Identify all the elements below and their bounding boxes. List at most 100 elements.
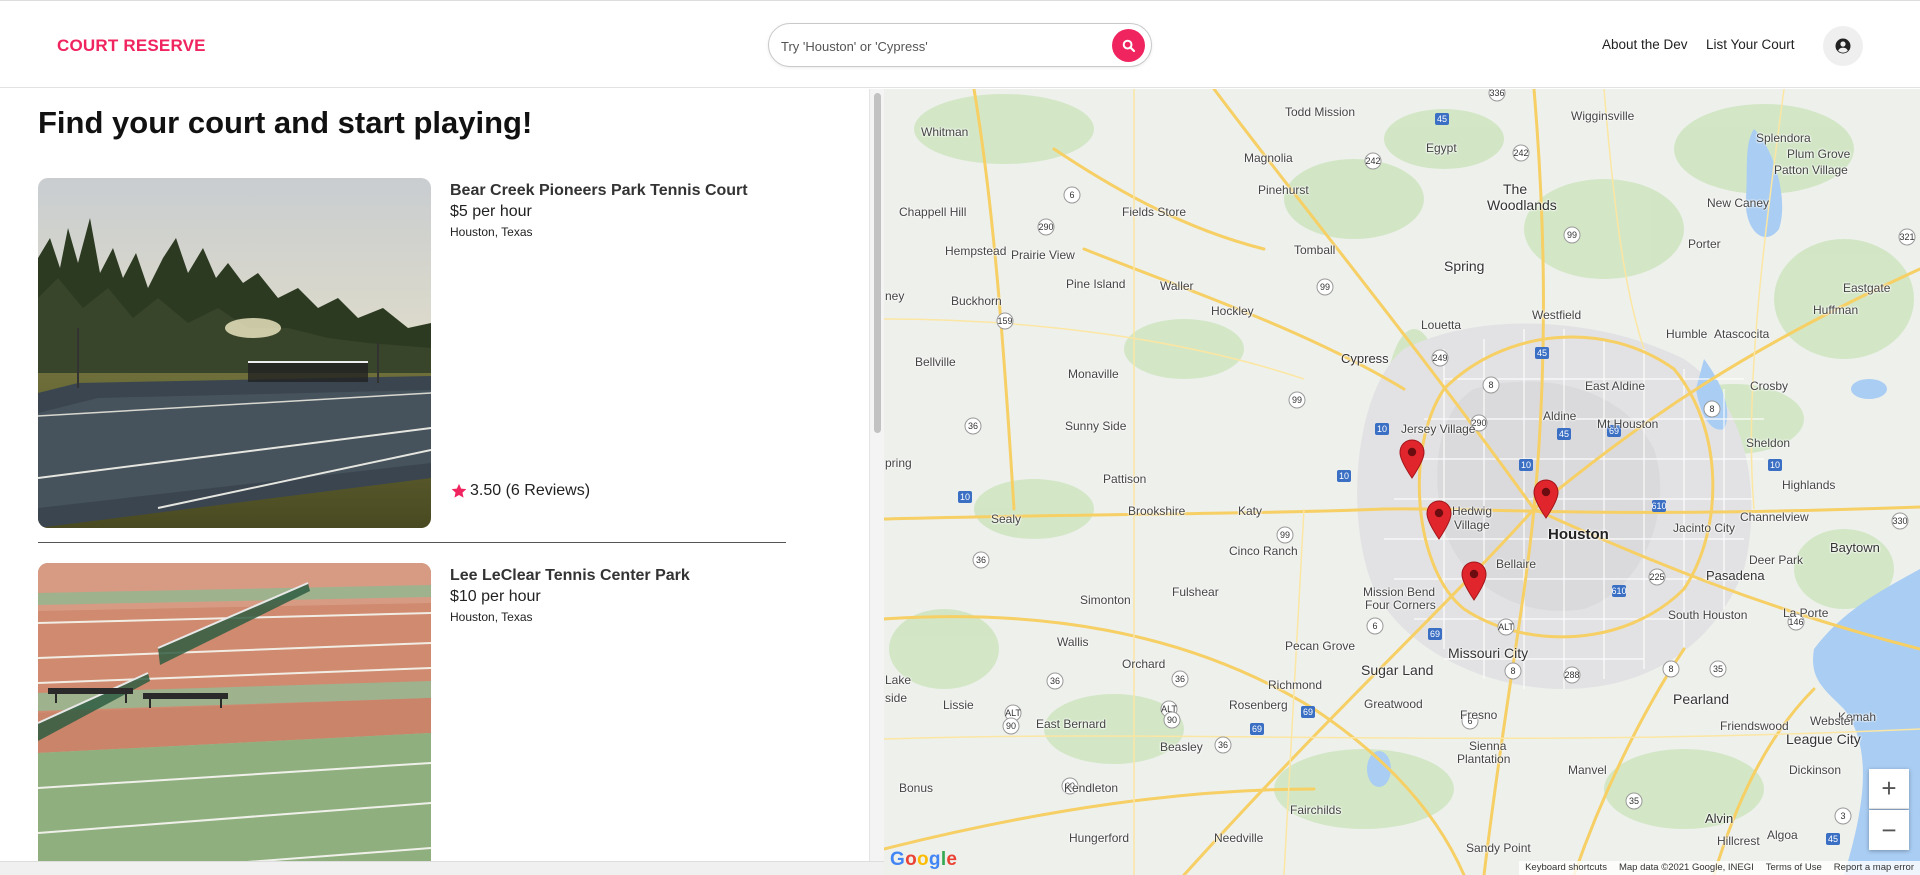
user-menu-button[interactable] bbox=[1823, 26, 1863, 66]
google-logo[interactable]: Google bbox=[890, 849, 957, 871]
svg-text:99: 99 bbox=[1320, 282, 1330, 292]
svg-text:3: 3 bbox=[1840, 811, 1845, 821]
map-label: Tomball bbox=[1294, 243, 1336, 257]
map-label: Hockley bbox=[1211, 304, 1254, 318]
map-label: Pearland bbox=[1673, 691, 1730, 707]
svg-text:10: 10 bbox=[1521, 460, 1531, 470]
map-label: Splendora bbox=[1756, 131, 1811, 145]
map-label: Prairie View bbox=[1011, 248, 1075, 262]
map-label: Pine Island bbox=[1066, 277, 1126, 291]
map-label: Westfield bbox=[1532, 308, 1582, 322]
court-photo[interactable] bbox=[38, 563, 431, 875]
nav-list-your-court[interactable]: List Your Court bbox=[1706, 37, 1795, 52]
zoom-out-button[interactable]: − bbox=[1869, 810, 1909, 850]
map-label: Wallis bbox=[1057, 635, 1089, 649]
map-label: Algoa bbox=[1767, 828, 1798, 842]
svg-text:90: 90 bbox=[1167, 715, 1177, 725]
svg-text:8: 8 bbox=[1488, 380, 1493, 390]
svg-text:321: 321 bbox=[1899, 232, 1914, 242]
court-map-pin[interactable] bbox=[1533, 479, 1559, 519]
svg-text:35: 35 bbox=[1713, 664, 1723, 674]
terms-of-use-link[interactable]: Terms of Use bbox=[1766, 862, 1822, 874]
svg-text:610: 610 bbox=[1651, 501, 1666, 511]
map-label: Louetta bbox=[1421, 318, 1462, 332]
search-input[interactable] bbox=[781, 34, 1101, 58]
keyboard-shortcuts-link[interactable]: Keyboard shortcuts bbox=[1525, 862, 1607, 874]
map-label: Atascocita bbox=[1714, 327, 1770, 341]
map-label: Simonton bbox=[1080, 593, 1131, 607]
map-label: Humble bbox=[1666, 327, 1708, 341]
court-map-pin[interactable] bbox=[1399, 439, 1425, 479]
map-label: Cypress bbox=[1341, 351, 1389, 366]
map-label: Jersey Village bbox=[1401, 422, 1476, 436]
svg-text:99: 99 bbox=[1567, 230, 1577, 240]
map-label: Sandy Point bbox=[1466, 841, 1531, 855]
court-card[interactable]: Bear Creek Pioneers Park Tennis Court $5… bbox=[38, 178, 786, 538]
map-label: Alvin bbox=[1705, 811, 1734, 826]
svg-text:36: 36 bbox=[976, 555, 986, 565]
svg-text:10: 10 bbox=[960, 492, 970, 502]
search-button[interactable] bbox=[1112, 29, 1145, 62]
card-divider bbox=[38, 542, 786, 543]
zoom-in-button[interactable]: + bbox=[1869, 769, 1909, 809]
court-name[interactable]: Bear Creek Pioneers Park Tennis Court bbox=[450, 182, 748, 200]
map-label: Four Corners bbox=[1365, 598, 1436, 612]
map-label: Plum Grove bbox=[1787, 147, 1851, 161]
scroll-thumb[interactable] bbox=[874, 93, 881, 433]
map-label: South Houston bbox=[1668, 608, 1748, 622]
svg-text:90: 90 bbox=[1006, 721, 1016, 731]
svg-text:8: 8 bbox=[1510, 666, 1515, 676]
search-icon bbox=[1122, 39, 1135, 52]
list-scrollbar[interactable] bbox=[869, 89, 884, 864]
map-data-text: Map data ©2021 Google, INEGI bbox=[1618, 862, 1754, 873]
court-map-pin[interactable] bbox=[1426, 500, 1452, 540]
court-map-pin[interactable] bbox=[1461, 561, 1487, 601]
svg-text:159: 159 bbox=[997, 316, 1012, 326]
map-label: Lissie bbox=[943, 698, 974, 712]
map-label: Brookshire bbox=[1128, 504, 1186, 518]
map-label: Sienna bbox=[1469, 739, 1507, 753]
map-label: Deer Park bbox=[1749, 553, 1804, 567]
map-label: Mission Bend bbox=[1363, 585, 1436, 599]
court-location: Houston, Texas bbox=[450, 610, 533, 624]
map-label: Greatwood bbox=[1364, 697, 1423, 711]
map-label: Cinco Ranch bbox=[1229, 544, 1298, 558]
map-label: Huffman bbox=[1813, 303, 1859, 317]
court-name[interactable]: Lee LeClear Tennis Center Park bbox=[450, 567, 690, 585]
svg-text:36: 36 bbox=[1218, 740, 1228, 750]
map-label: Sugar Land bbox=[1361, 662, 1434, 678]
map-label: Hillcrest bbox=[1717, 834, 1760, 848]
logo-link[interactable]: COURT RESERVE bbox=[57, 36, 206, 56]
horizontal-scrollbar[interactable] bbox=[0, 861, 884, 875]
svg-text:ALT: ALT bbox=[1498, 622, 1514, 632]
map-label: Spring bbox=[1444, 258, 1485, 274]
map-label: The bbox=[1503, 181, 1528, 197]
star-icon bbox=[451, 483, 467, 498]
map-label: Fairchilds bbox=[1290, 803, 1342, 817]
map-label: Orchard bbox=[1122, 657, 1166, 671]
map-label: Mt Houston bbox=[1597, 417, 1659, 431]
map-label: Magnolia bbox=[1244, 151, 1293, 165]
svg-text:35: 35 bbox=[1629, 796, 1639, 806]
svg-text:36: 36 bbox=[1175, 674, 1185, 684]
court-card[interactable]: Lee LeClear Tennis Center Park $10 per h… bbox=[38, 563, 786, 875]
map-label: Channelview bbox=[1740, 510, 1809, 524]
svg-text:10: 10 bbox=[1770, 460, 1780, 470]
svg-text:10: 10 bbox=[1339, 471, 1349, 481]
svg-text:242: 242 bbox=[1365, 156, 1380, 166]
report-map-error-link[interactable]: Report a map error bbox=[1834, 862, 1914, 874]
map-label: Missouri City bbox=[1448, 645, 1529, 661]
court-photo[interactable] bbox=[38, 178, 431, 528]
map-label: Fresno bbox=[1460, 708, 1498, 722]
map-view[interactable]: 336 45 242 242 6 290 99 99 159 249 45 8 … bbox=[884, 89, 1920, 875]
map-label: Sunny Side bbox=[1065, 419, 1127, 433]
map-label: Village bbox=[1454, 518, 1490, 532]
map-label: Bellville bbox=[915, 355, 956, 369]
map-label: Crosby bbox=[1750, 379, 1789, 393]
svg-text:330: 330 bbox=[1892, 516, 1907, 526]
map-label: Monaville bbox=[1068, 367, 1119, 381]
map-label: La Porte bbox=[1783, 606, 1829, 620]
nav-about-dev[interactable]: About the Dev bbox=[1602, 37, 1688, 52]
map-label: Pattison bbox=[1103, 472, 1147, 486]
map-label: Bonus bbox=[899, 781, 934, 795]
